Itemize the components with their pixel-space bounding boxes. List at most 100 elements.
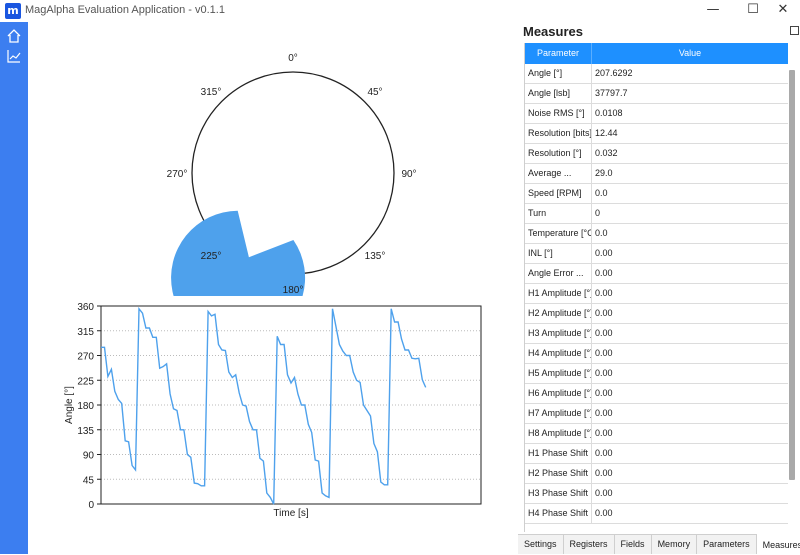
value-cell: 0.00 bbox=[595, 488, 613, 498]
table-row[interactable]: Speed [RPM] 0.0 bbox=[525, 184, 788, 204]
table-row[interactable]: H8 Amplitude [°] 0.00 bbox=[525, 424, 788, 444]
header-value[interactable]: Value bbox=[592, 43, 788, 64]
parameter-cell: Angle Error ... bbox=[525, 264, 592, 283]
table-row[interactable]: Temperature [°C] 0.0 bbox=[525, 224, 788, 244]
sidebar bbox=[0, 22, 28, 554]
value-cell: 0.0108 bbox=[595, 108, 623, 118]
y-tick-label: 135 bbox=[77, 426, 94, 437]
table-row[interactable]: H2 Phase Shift [°]0.00 bbox=[525, 464, 788, 484]
table-row[interactable]: H2 Amplitude [°] 0.00 bbox=[525, 304, 788, 324]
value-cell: 207.6292 bbox=[595, 68, 633, 78]
gauge-tick-label: 45° bbox=[367, 87, 382, 98]
maximize-button[interactable]: ☐ bbox=[736, 0, 770, 22]
parameter-cell: Resolution [bits] bbox=[525, 124, 592, 143]
y-tick-label: 45 bbox=[83, 475, 95, 486]
table-row[interactable]: Angle [°] 207.6292 bbox=[525, 64, 788, 84]
tab-measures[interactable]: Measures bbox=[756, 534, 800, 554]
value-cell: 0.00 bbox=[595, 428, 613, 438]
value-cell: 0.00 bbox=[595, 448, 613, 458]
gauge-tick-label: 135° bbox=[365, 251, 386, 262]
tab-parameters[interactable]: Parameters bbox=[697, 535, 757, 554]
value-cell: 0.00 bbox=[595, 288, 613, 298]
value-cell: 29.0 bbox=[595, 168, 613, 178]
tab-fields[interactable]: Fields bbox=[615, 535, 652, 554]
parameter-cell: H5 Amplitude [°] bbox=[525, 364, 592, 383]
parameter-cell: Resolution [°] bbox=[525, 144, 592, 163]
gauge-tick-label: 90° bbox=[401, 169, 416, 180]
parameter-cell: Angle [°] bbox=[525, 64, 592, 83]
value-cell: 0.00 bbox=[595, 408, 613, 418]
angle-gauge: 207.63° 0° 45° 90° 135° 180° 225° 270° 315° bbox=[28, 22, 512, 345]
parameter-cell: H2 Amplitude [°] bbox=[525, 304, 592, 323]
tab-memory[interactable]: Memory bbox=[652, 535, 698, 554]
table-row[interactable]: Resolution [bits] 12.44 bbox=[525, 124, 788, 144]
gauge-pointer bbox=[171, 210, 306, 345]
table-row[interactable]: H3 Phase Shift [°]0.00 bbox=[525, 484, 788, 504]
table-header: Parameter Value bbox=[525, 43, 788, 64]
parameter-cell: H3 Amplitude [°] bbox=[525, 324, 592, 343]
value-cell: 12.44 bbox=[595, 128, 618, 138]
value-cell: 0.0 bbox=[595, 228, 608, 238]
table-row[interactable]: Turn 0 bbox=[525, 204, 788, 224]
parameter-cell: H1 Amplitude [°] bbox=[525, 284, 592, 303]
table-row[interactable]: H5 Amplitude [°] 0.00 bbox=[525, 364, 788, 384]
y-tick-label: 360 bbox=[77, 302, 94, 313]
gauge-tick-label: 315° bbox=[201, 87, 222, 98]
parameter-cell: H2 Phase Shift [°] bbox=[525, 464, 592, 483]
parameter-cell: Speed [RPM] bbox=[525, 184, 592, 203]
y-tick-label: 180 bbox=[77, 401, 94, 412]
measures-panel: Measures Parameter Value Angle [°] 207.62… bbox=[518, 22, 800, 532]
home-icon[interactable] bbox=[4, 26, 24, 46]
y-tick-label: 270 bbox=[77, 352, 94, 363]
value-cell: 0.00 bbox=[595, 368, 613, 378]
value-cell: 0.00 bbox=[595, 468, 613, 478]
parameter-cell: Temperature [°C] bbox=[525, 224, 592, 243]
parameter-cell: H3 Phase Shift [°] bbox=[525, 484, 592, 503]
app-logo-icon: m bbox=[5, 3, 21, 19]
value-cell: 0.00 bbox=[595, 248, 613, 258]
popout-icon[interactable] bbox=[790, 26, 799, 35]
tab-settings[interactable]: Settings bbox=[518, 535, 564, 554]
parameter-cell: H1 Phase Shift [°] bbox=[525, 444, 592, 463]
title-bar: m MagAlpha Evaluation Application - v0.1… bbox=[0, 0, 800, 22]
value-cell: 0.00 bbox=[595, 268, 613, 278]
table-row[interactable]: Noise RMS [°] 0.0108 bbox=[525, 104, 788, 124]
table-row[interactable]: H4 Amplitude [°] 0.00 bbox=[525, 344, 788, 364]
parameter-cell: Noise RMS [°] bbox=[525, 104, 592, 123]
minimize-button[interactable]: — bbox=[696, 0, 730, 22]
value-cell: 0.00 bbox=[595, 388, 613, 398]
table-row[interactable]: H7 Amplitude [°] 0.00 bbox=[525, 404, 788, 424]
parameter-cell: H6 Amplitude [°] bbox=[525, 384, 592, 403]
parameter-cell: H4 Amplitude [°] bbox=[525, 344, 592, 363]
value-cell: 0.00 bbox=[595, 308, 613, 318]
close-button[interactable]: ✕ bbox=[766, 0, 800, 22]
table-row[interactable]: H3 Amplitude [°] 0.00 bbox=[525, 324, 788, 344]
table-row[interactable]: H1 Amplitude [°] 0.00 bbox=[525, 284, 788, 304]
vertical-scrollbar[interactable] bbox=[789, 70, 795, 480]
value-cell: 0.00 bbox=[595, 348, 613, 358]
table-row[interactable]: H4 Phase Shift [°]0.00 bbox=[525, 504, 788, 524]
value-cell: 0.0 bbox=[595, 188, 608, 198]
tab-registers[interactable]: Registers bbox=[564, 535, 615, 554]
gauge-value: 207.63° bbox=[256, 164, 330, 184]
parameter-cell: Angle [lsb] bbox=[525, 84, 592, 103]
table-row[interactable]: INL [°] 0.00 bbox=[525, 244, 788, 264]
value-cell: 37797.7 bbox=[595, 88, 628, 98]
y-tick-label: 225 bbox=[77, 376, 94, 387]
table-row[interactable]: Average ... 29.0 bbox=[525, 164, 788, 184]
gauge-tick-label: 225° bbox=[201, 251, 222, 262]
header-parameter[interactable]: Parameter bbox=[525, 43, 592, 64]
panel-tabs: Settings Registers Fields Memory Parameters M… bbox=[518, 534, 800, 554]
value-cell: 0 bbox=[595, 208, 601, 218]
gauge-tick-label: 180° bbox=[283, 285, 304, 296]
table-row[interactable]: H6 Amplitude [°] 0.00 bbox=[525, 384, 788, 404]
panel-title: Measures bbox=[523, 24, 583, 39]
chart-icon[interactable] bbox=[4, 46, 24, 66]
measures-table: Parameter Value Angle [°] 207.6292 Angle [… bbox=[524, 43, 788, 532]
table-row[interactable]: Resolution [°] 0.032 bbox=[525, 144, 788, 164]
table-row[interactable]: H1 Phase Shift [°]0.00 bbox=[525, 444, 788, 464]
gauge-tick-label: 270° bbox=[167, 169, 188, 180]
chart-xlabel: Time [s] bbox=[273, 508, 308, 519]
table-row[interactable]: Angle [lsb] 37797.7 bbox=[525, 84, 788, 104]
table-row[interactable]: Angle Error ... 0.00 bbox=[525, 264, 788, 284]
